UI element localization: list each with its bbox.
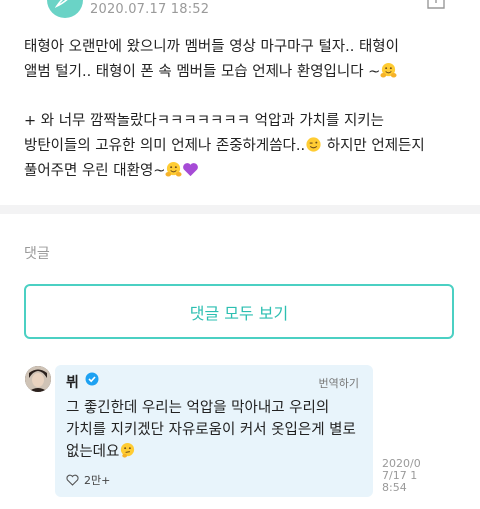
commenter-avatar[interactable]	[25, 366, 51, 392]
post-line: 태형아 오랜만에 왔으니까 멤버들 영상 마구마구 털자.. 태형이	[24, 39, 399, 55]
section-divider	[0, 205, 480, 214]
post-line: + 와 너무 깜짝놀랐다ㅋㅋㅋㅋㅋㅋㅋ 억압과 가치를 지키는	[24, 113, 384, 129]
post-body: 태형아 오랜만에 왔으니까 멤버들 영상 마구마구 털자.. 태형이 앨범 털기…	[24, 35, 464, 184]
winking-face-icon	[306, 137, 321, 152]
comment-date: 2020/07/17 18:54	[382, 457, 421, 494]
avatar-photo-icon	[25, 366, 51, 392]
thinking-face-icon	[121, 442, 135, 458]
artist-avatar[interactable]	[47, 0, 83, 18]
feather-icon	[55, 0, 68, 8]
post-header: 2020.07.17 18:52	[0, 0, 480, 22]
comments-heading: 댓글	[24, 246, 50, 262]
post-line: 방탄이들의 고유한 의미 언제나 존중하게씀다.. 하지만 언제든지	[24, 137, 425, 154]
comment-author[interactable]: 뷔	[66, 372, 79, 392]
comment-text: 그 좋긴한데 우리는 억압을 막아내고 우리의 가치를 지키겠단 자유로움이 커…	[66, 400, 356, 460]
view-all-comments-button[interactable]: 댓글 모두 보기	[24, 284, 454, 339]
like-button[interactable]: 2만+	[66, 471, 110, 489]
post-line: 풀어주면 우린 대환영~	[24, 159, 464, 184]
translate-button[interactable]: 번역하기	[319, 375, 359, 391]
heart-icon	[66, 474, 79, 486]
hugging-face-icon	[380, 62, 397, 78]
purple-heart-icon	[183, 163, 199, 177]
verified-badge-icon	[85, 372, 99, 386]
comment-card: 뷔 번역하기 그 좋긴한데 우리는 억압을 막아내고 우리의 가치를 지키겠단 …	[55, 365, 373, 497]
like-count: 2만+	[84, 474, 111, 487]
post-line: 앨범 털기.. 태형이 폰 속 멤버들 모습 언제나 환영입니다 ~	[24, 60, 464, 85]
share-icon[interactable]	[426, 0, 446, 10]
post-date: 2020.07.17 18:52	[90, 2, 210, 17]
hugging-face-icon	[165, 161, 182, 177]
